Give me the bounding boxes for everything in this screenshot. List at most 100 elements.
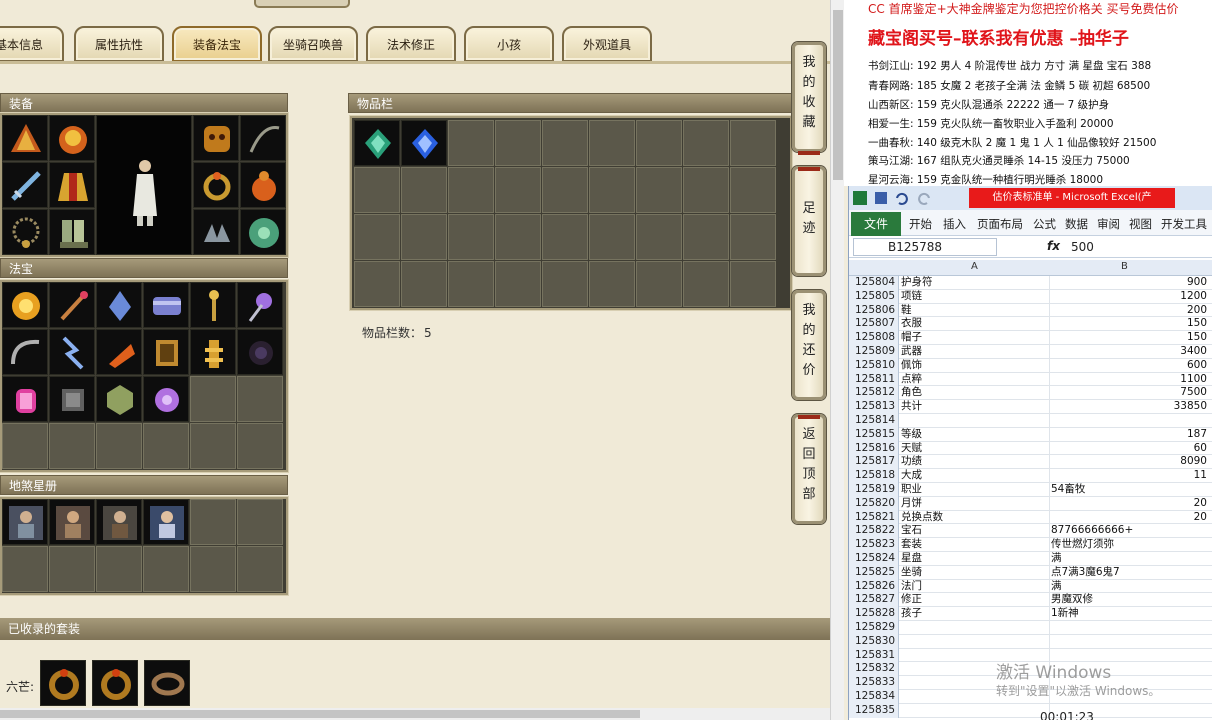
inventory-slot-16[interactable]	[636, 167, 682, 213]
treasure-slot-21[interactable]	[96, 423, 142, 469]
cell-a[interactable]: 兑换点数	[901, 511, 1049, 524]
suit-item-3[interactable]	[144, 660, 190, 706]
star-card-1[interactable]	[2, 499, 48, 545]
row-number[interactable]: 125809	[849, 345, 899, 359]
treasure-slot-13[interactable]	[2, 376, 48, 422]
ribbon-tab-data[interactable]: 数据	[1065, 216, 1088, 232]
inventory-slot-24[interactable]	[589, 214, 635, 260]
formula-input[interactable]: 500	[1071, 240, 1094, 254]
row-number[interactable]: 125824	[849, 552, 899, 566]
cell-b[interactable]: 满	[1051, 580, 1207, 593]
cell-a[interactable]: 帽子	[901, 331, 1049, 344]
inventory-slot-1[interactable]	[354, 120, 400, 166]
treasure-slot-12[interactable]	[237, 329, 283, 375]
star-card-2[interactable]	[49, 499, 95, 545]
treasure-slot-16[interactable]	[143, 376, 189, 422]
cell-b[interactable]: 33850	[1051, 400, 1207, 413]
sheet-row[interactable]: 125813 共计 33850	[849, 400, 1212, 414]
star-card-8[interactable]	[49, 546, 95, 592]
cell-b[interactable]: 150	[1051, 317, 1207, 330]
sheet-row[interactable]: 125827 修正 男魔双修	[849, 593, 1212, 608]
tab-spells[interactable]: 法术修正	[366, 26, 456, 62]
treasure-slot-17[interactable]	[190, 376, 236, 422]
column-header-a[interactable]: A	[971, 261, 978, 272]
cell-b[interactable]: 900	[1051, 276, 1207, 289]
equip-slot-whip[interactable]	[240, 115, 286, 161]
sheet-row[interactable]: 125825 坐骑 点7满3魔6鬼7	[849, 565, 1212, 580]
treasure-slot-24[interactable]	[237, 423, 283, 469]
sheet-row[interactable]: 125823 套装 传世燃灯须弥	[849, 538, 1212, 552]
cell-b[interactable]: 点7满3魔6鬼7	[1051, 566, 1207, 579]
row-number[interactable]: 125817	[849, 455, 899, 470]
cell-b[interactable]: 20	[1051, 497, 1207, 510]
row-number[interactable]: 125831	[849, 648, 899, 663]
row-number[interactable]: 125813	[849, 400, 899, 414]
undo-icon[interactable]	[896, 192, 908, 205]
inventory-slot-29[interactable]	[401, 261, 447, 307]
cell-b[interactable]: 7500	[1051, 386, 1207, 399]
my-bids-button[interactable]: 我的还价	[792, 290, 826, 400]
inventory-slot-21[interactable]	[448, 214, 494, 260]
row-number[interactable]: 125834	[849, 690, 899, 704]
cell-b[interactable]: 87766666666+	[1051, 524, 1207, 537]
row-number[interactable]: 125830	[849, 634, 899, 649]
row-number[interactable]: 125821	[849, 510, 899, 525]
inventory-slot-31[interactable]	[495, 261, 541, 307]
tab-mounts[interactable]: 坐骑召唤兽	[268, 26, 358, 62]
ribbon-tab-insert[interactable]: 插入	[943, 216, 966, 232]
cell-b[interactable]: 1新神	[1051, 607, 1207, 620]
cell-a[interactable]: 武器	[901, 345, 1049, 358]
scroll-thumb[interactable]	[833, 10, 843, 180]
row-number[interactable]: 125823	[849, 538, 899, 552]
cell-a[interactable]: 衣服	[901, 317, 1049, 330]
cell-a[interactable]: 孩子	[901, 607, 1049, 620]
row-number[interactable]: 125832	[849, 662, 899, 677]
cell-b[interactable]: 3400	[1051, 345, 1207, 358]
star-card-7[interactable]	[2, 546, 48, 592]
horizontal-scrollbar[interactable]	[0, 708, 830, 720]
equip-slot-orb[interactable]	[240, 162, 286, 208]
row-number[interactable]: 125827	[849, 593, 899, 608]
row-number[interactable]: 125810	[849, 358, 899, 373]
back-to-top-button[interactable]: 返回顶部	[792, 414, 826, 524]
star-card-5[interactable]	[190, 499, 236, 545]
fx-icon[interactable]: fx	[1047, 239, 1060, 253]
cell-a[interactable]: 项链	[901, 290, 1049, 303]
sheet-row[interactable]: 125830	[849, 634, 1212, 649]
cell-b[interactable]: 60	[1051, 442, 1207, 455]
sheet-row[interactable]: 125819 职业 54畜牧	[849, 483, 1212, 497]
cell-a[interactable]: 修正	[901, 593, 1049, 606]
star-card-12[interactable]	[237, 546, 283, 592]
equip-slot-boots[interactable]	[49, 209, 95, 255]
cell-a[interactable]: 大成	[901, 469, 1049, 482]
inventory-slot-7[interactable]	[636, 120, 682, 166]
inventory-slot-34[interactable]	[636, 261, 682, 307]
star-card-6[interactable]	[237, 499, 283, 545]
treasure-slot-11[interactable]	[190, 329, 236, 375]
cell-a[interactable]: 角色	[901, 386, 1049, 399]
row-number[interactable]: 125820	[849, 496, 899, 511]
row-number[interactable]: 125805	[849, 289, 899, 304]
cell-b[interactable]: 1100	[1051, 373, 1207, 386]
treasure-slot-7[interactable]	[2, 329, 48, 375]
sheet-row[interactable]: 125806 鞋 200	[849, 303, 1212, 318]
cell-a[interactable]: 月饼	[901, 497, 1049, 510]
inventory-slot-33[interactable]	[589, 261, 635, 307]
sheet-row[interactable]: 125822 宝石 87766666666+	[849, 524, 1212, 539]
tab-attributes[interactable]: 属性抗性	[74, 26, 164, 62]
column-header-b[interactable]: B	[1121, 261, 1128, 272]
sheet-row[interactable]: 125804 护身符 900	[849, 276, 1212, 290]
inventory-slot-30[interactable]	[448, 261, 494, 307]
ribbon-tab-page-layout[interactable]: 页面布局	[977, 216, 1023, 232]
equip-slot-claw[interactable]	[193, 209, 239, 255]
tab-child[interactable]: 小孩	[464, 26, 554, 62]
inventory-slot-19[interactable]	[354, 214, 400, 260]
cell-b[interactable]: 20	[1051, 511, 1207, 524]
scroll-thumb[interactable]	[0, 710, 640, 718]
inventory-slot-2[interactable]	[401, 120, 447, 166]
inventory-slot-22[interactable]	[495, 214, 541, 260]
treasure-slot-15[interactable]	[96, 376, 142, 422]
ribbon-tab-review[interactable]: 审阅	[1097, 216, 1120, 232]
cell-a[interactable]: 佩饰	[901, 359, 1049, 372]
cell-b[interactable]: 男魔双修	[1051, 593, 1207, 606]
